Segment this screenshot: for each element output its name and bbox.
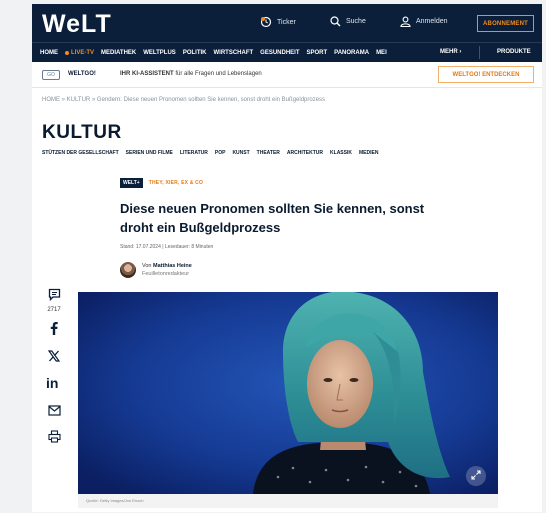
section-title[interactable]: KULTUR: [42, 122, 122, 144]
main-nav: HOME LIVE-TV MEDIATHEK WELTPLUS POLITIK …: [32, 42, 542, 62]
page: WeLT Ticker Suche Anmelden ABONNEMENT HO…: [32, 4, 542, 512]
search-icon: [330, 16, 341, 27]
weltgo-discover-button[interactable]: WELTGO! ENTDECKEN: [438, 66, 534, 83]
welt-logo[interactable]: WeLT: [42, 10, 112, 39]
svg-text:in: in: [46, 376, 58, 389]
hero-portrait-illustration: [78, 292, 498, 494]
nav-item-panorama[interactable]: PANORAMA: [334, 50, 369, 56]
x-icon[interactable]: [47, 349, 61, 367]
subnav-item[interactable]: SERIEN UND FILME: [126, 150, 173, 156]
subscribe-button[interactable]: ABONNEMENT: [477, 15, 534, 32]
share-bar: 2717 in: [42, 288, 66, 457]
weltgo-brand: WELTGO!: [68, 71, 96, 77]
breadcrumb[interactable]: HOME » KULTUR » Gendern: Diese neuen Pro…: [42, 97, 325, 103]
weltgo-logo-icon: GO: [42, 70, 60, 80]
weltgo-tagline: IHR KI-ASSISTENT für alle Fragen und Leb…: [120, 71, 262, 77]
top-bar: WeLT Ticker Suche Anmelden ABONNEMENT: [32, 4, 542, 42]
article-kicker-row: WELT+ THEY, XIER, EX & CO: [120, 178, 203, 188]
subnav-item[interactable]: ARCHITEKTUR: [287, 150, 323, 156]
expand-icon: [471, 467, 481, 485]
live-dot-icon: [65, 50, 69, 55]
subnav-item[interactable]: LITERATUR: [180, 150, 208, 156]
search-button[interactable]: Suche: [330, 16, 366, 27]
author-text: Von Matthias Heine Feuilletonredakteur: [142, 262, 192, 278]
facebook-icon[interactable]: [48, 321, 60, 340]
nav-item-home[interactable]: HOME: [40, 50, 58, 56]
comments-icon[interactable]: [48, 288, 61, 306]
login-button[interactable]: Anmelden: [400, 16, 448, 27]
weltgo-bar: GO WELTGO! IHR KI-ASSISTENT für alle Fra…: [32, 62, 542, 88]
section-subnav: STÜTZEN DER GESELLSCHAFT SERIEN UND FILM…: [42, 150, 385, 156]
image-caption: Quelle: Getty Images/Jon Enoch: [86, 498, 144, 503]
subnav-item[interactable]: MEDIEN: [359, 150, 378, 156]
nav-item-live-tv-label: LIVE-TV: [71, 49, 95, 56]
ticker-icon: [260, 16, 272, 28]
author-prefix: Von: [142, 263, 152, 269]
nav-item-sport[interactable]: SPORT: [307, 50, 328, 56]
comment-count: 2717: [47, 307, 61, 313]
nav-products-button[interactable]: PRODUKTE: [497, 49, 531, 55]
user-icon: [400, 16, 411, 27]
expand-image-button[interactable]: [466, 466, 486, 486]
nav-item-wirtschaft[interactable]: WIRTSCHAFT: [213, 50, 253, 56]
article-kicker: THEY, XIER, EX & CO: [148, 180, 204, 186]
welt-plus-badge: WELT+: [120, 178, 143, 188]
article-headline: Diese neuen Pronomen sollten Sie kennen,…: [120, 201, 425, 235]
nav-item-politik[interactable]: POLITIK: [183, 50, 207, 56]
subnav-item[interactable]: STÜTZEN DER GESELLSCHAFT: [42, 150, 119, 156]
nav-more-button[interactable]: MEHR ›: [440, 49, 461, 55]
ticker-button[interactable]: Ticker: [260, 16, 296, 28]
author-avatar[interactable]: [120, 262, 136, 278]
author-name[interactable]: Matthias Heine: [153, 263, 192, 269]
search-label: Suche: [346, 18, 366, 25]
weltgo-tagline-bold: IHR KI-ASSISTENT: [120, 71, 174, 77]
nav-item-gesundheit[interactable]: GESUNDHEIT: [260, 50, 299, 56]
subnav-item[interactable]: THEATER: [257, 150, 280, 156]
nav-item-mediathek[interactable]: MEDIATHEK: [101, 50, 136, 56]
nav-item-medien-cut[interactable]: MEI: [376, 50, 387, 56]
print-icon[interactable]: [47, 430, 61, 448]
subnav-item[interactable]: KLASSIK: [330, 150, 352, 156]
login-label: Anmelden: [416, 18, 448, 25]
mail-icon[interactable]: [47, 403, 61, 421]
author-role: Feuilletonredakteur: [142, 271, 190, 277]
nav-divider: [479, 46, 480, 59]
ticker-label: Ticker: [277, 18, 296, 26]
subnav-item[interactable]: POP: [215, 150, 226, 156]
weltgo-tagline-text: für alle Fragen und Lebenslagen: [175, 71, 262, 77]
author-block: Von Matthias Heine Feuilletonredakteur: [120, 262, 192, 278]
article-meta: Stand: 17.07.2024 | Lesedauer: 8 Minuten: [120, 244, 214, 250]
hero-image[interactable]: [78, 292, 498, 494]
subnav-item[interactable]: KUNST: [232, 150, 249, 156]
nav-item-live-tv[interactable]: LIVE-TV: [65, 50, 94, 56]
linkedin-icon[interactable]: in: [46, 375, 62, 394]
nav-item-weltplus[interactable]: WELTPLUS: [143, 50, 176, 56]
